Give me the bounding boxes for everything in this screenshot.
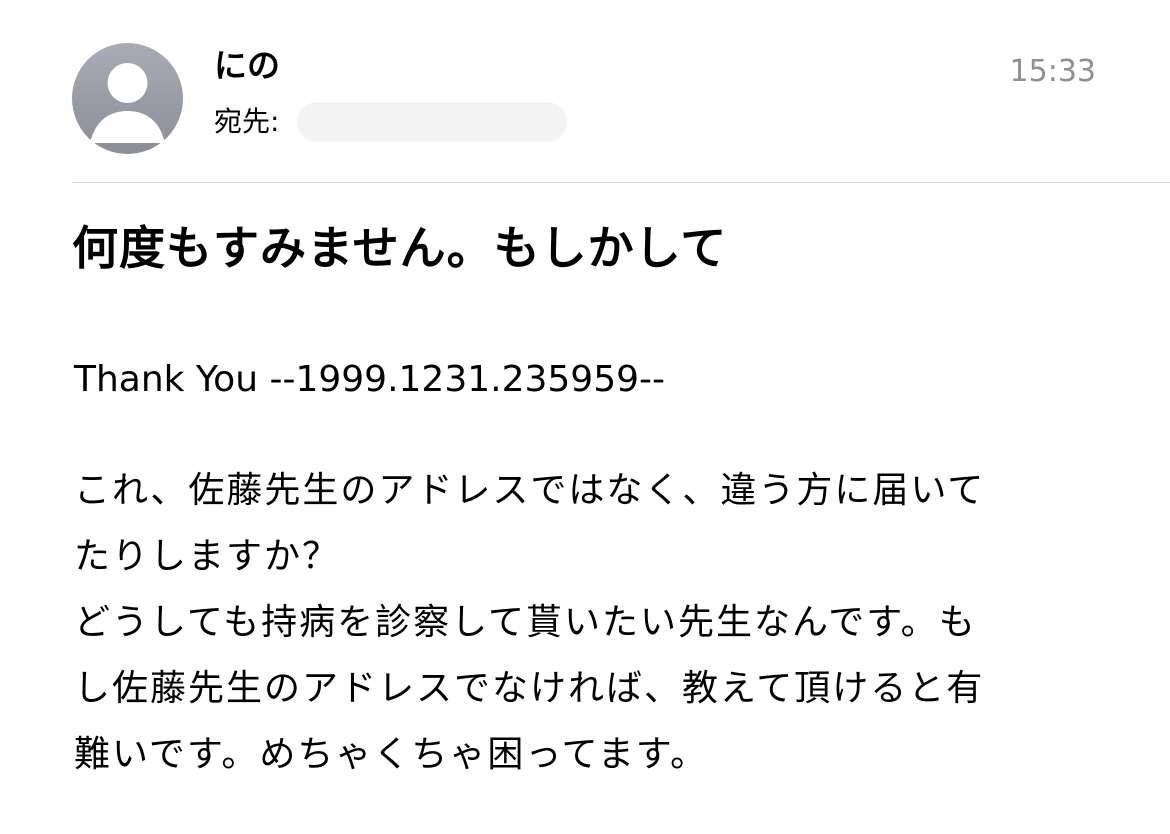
body-line: たりしますか？	[74, 536, 341, 577]
sender-avatar[interactable]	[72, 43, 183, 154]
email-subject: 何度もすみません。もしかして	[72, 221, 728, 275]
body-line: どうしても持病を診察して貰いたい先生なんです。も	[74, 602, 977, 643]
to-label: 宛先:	[214, 105, 280, 138]
header-divider	[72, 182, 1170, 183]
recipient-redacted[interactable]	[297, 102, 568, 142]
body-line: これ、佐藤先生のアドレスではなく、違う方に届いて	[74, 470, 986, 511]
received-time: 15:33	[1009, 54, 1096, 89]
body-line-thankyou: Thank You --1999.1231.235959--	[74, 359, 665, 400]
sender-name[interactable]: にの	[214, 44, 280, 88]
body-line: 難いです。めちゃくちゃ困ってます。	[74, 734, 709, 775]
recipient-row: 宛先:	[214, 100, 568, 144]
body-line: し佐藤先生のアドレスでなければ、教えて頂けると有	[74, 668, 985, 709]
person-silhouette-icon	[90, 63, 165, 143]
